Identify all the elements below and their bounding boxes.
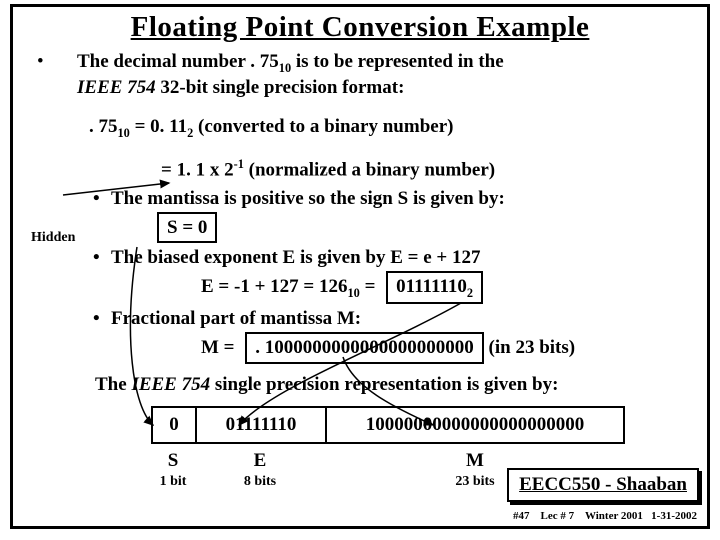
intro-rest: 32-bit single precision format: — [156, 77, 405, 98]
conv2-eq: = 1. 1 x 2 — [161, 159, 234, 180]
m-val-box: . 1000000000000000000000 — [245, 332, 484, 364]
intro-ieee: IEEE 754 — [77, 77, 156, 98]
rep-ieee: IEEE 754 — [131, 374, 210, 395]
intro-mid: is to be represented in the — [291, 51, 504, 72]
mant-text: Fractional part of mantissa M: — [111, 308, 361, 329]
s-eq-box: S = 0 — [157, 212, 217, 244]
conv2-sup: -1 — [234, 157, 244, 171]
exp-text: The biased exponent E is given by E = e … — [111, 247, 481, 268]
label-e: E — [195, 450, 325, 472]
intro-num: . 75 — [250, 51, 279, 72]
conv-eq: = 0. 11 — [130, 116, 187, 137]
bits-sign: 0 — [151, 406, 195, 444]
conv-lhs: . 75 — [89, 116, 118, 137]
meta-term: Winter 2001 — [585, 510, 643, 522]
meta-page: #47 — [513, 510, 530, 522]
conv2-note: (normalized a binary number) — [244, 159, 495, 180]
derivation-list: The mantissa is positive so the sign S i… — [31, 186, 695, 364]
size-e: 8 bits — [195, 474, 325, 490]
bits-exponent: 01111110 — [195, 406, 325, 444]
conversion-line-1: . 7510 = 0. 112 (converted to a binary n… — [31, 114, 695, 142]
conv-lhs-sub: 10 — [118, 126, 130, 140]
m-pre: M = — [201, 337, 239, 358]
exp-calc-sub: 10 — [347, 286, 359, 300]
rep-a: The — [95, 374, 131, 395]
intro-block: The decimal number . 7510 is to be repre… — [31, 50, 695, 100]
rep-b: single precision representation is given… — [210, 374, 558, 395]
exp-calc-pre: E = -1 + 127 = 126 — [201, 276, 347, 297]
exp-bin-box: 011111102 — [386, 271, 483, 304]
meta-date: 1-31-2002 — [651, 510, 697, 522]
bullet-sign: The mantissa is positive so the sign S i… — [111, 186, 695, 243]
slide-frame: Floating Point Conversion Example The de… — [10, 4, 710, 529]
course-footer: EECC550 - Shaaban — [507, 468, 699, 502]
size-s: 1 bit — [151, 474, 195, 490]
bits-row: 0 01111110 10000000000000000000000 — [151, 406, 695, 444]
slide-content: The decimal number . 7510 is to be repre… — [13, 50, 707, 490]
bullet-mantissa: Fractional part of mantissa M: M = . 100… — [111, 306, 695, 363]
exp-bin: 01111110 — [396, 276, 467, 297]
sign-text: The mantissa is positive so the sign S i… — [111, 188, 505, 209]
m-note: (in 23 bits) — [484, 337, 575, 358]
intro-pre: The decimal number — [77, 51, 250, 72]
slide-meta: #47 Lec # 7 Winter 2001 1-31-2002 — [513, 510, 697, 522]
representation-line: The IEEE 754 single precision representa… — [31, 374, 695, 396]
meta-lec: Lec # 7 — [541, 510, 575, 522]
intro-sub: 10 — [279, 61, 291, 75]
conversion-line-2: = 1. 1 x 2-1 (normalized a binary number… — [31, 156, 695, 184]
bullet-exponent: The biased exponent E is given by E = e … — [111, 245, 695, 304]
bits-mantissa: 10000000000000000000000 — [325, 406, 625, 444]
slide-title: Floating Point Conversion Example — [13, 11, 707, 44]
hidden-label: Hidden — [31, 230, 75, 246]
label-s: S — [151, 450, 195, 472]
exp-bin-sub: 2 — [467, 286, 473, 300]
conv-note1: (converted to a binary number) — [193, 116, 453, 137]
exp-calc-eq: = — [360, 276, 380, 297]
